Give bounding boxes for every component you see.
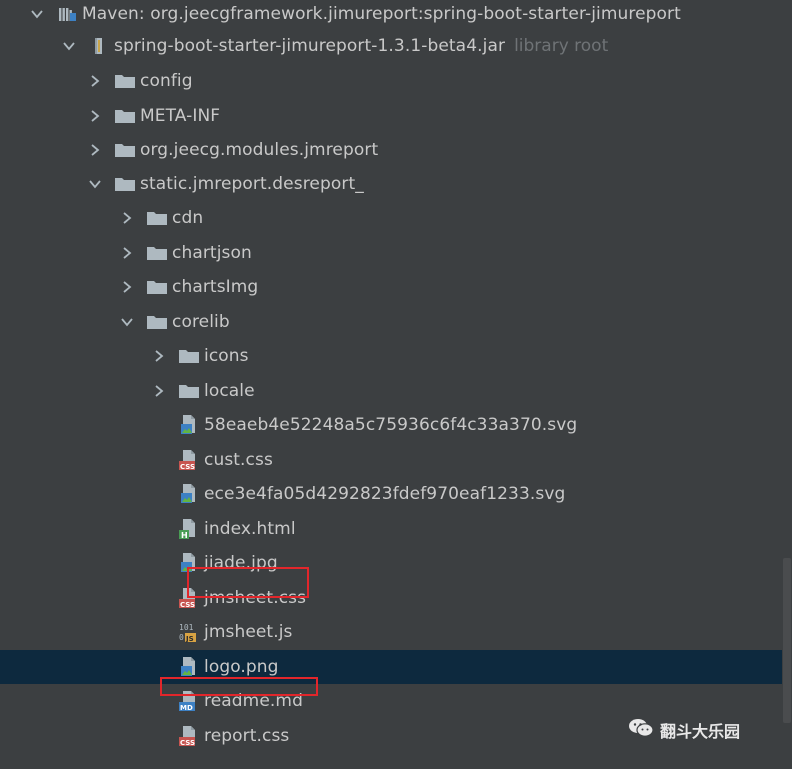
tree-row-cdn[interactable]: cdn — [0, 201, 792, 235]
chevron-down-icon[interactable] — [120, 315, 134, 329]
tree-row-label: logo.png — [204, 657, 279, 677]
tree-row-label: ece3e4fa05d4292823fdef970eaf1233.svg — [204, 484, 566, 504]
tree-row-label: 58eaeb4e52248a5c75936c6f4c33a370.svg — [204, 415, 578, 435]
svg-text:0: 0 — [179, 633, 184, 642]
watermark: 翻斗大乐园 — [628, 718, 740, 742]
folder-icon — [146, 312, 168, 332]
svg-text:101: 101 — [179, 623, 194, 632]
tree-row-label: icons — [204, 346, 249, 366]
tree-row-label: config — [140, 71, 193, 91]
image-file-icon — [178, 657, 200, 677]
tree-row-config[interactable]: config — [0, 64, 792, 98]
project-tree: Maven: org.jeecgframework.jimureport:spr… — [0, 0, 792, 769]
tree-row-chartjson[interactable]: chartjson — [0, 236, 792, 270]
highlight-box-logo — [160, 677, 318, 696]
chevron-right-icon[interactable] — [88, 143, 102, 157]
tree-row-label: chartsImg — [172, 277, 259, 297]
library-root-hint: library root — [514, 36, 609, 56]
svg-text:MD: MD — [180, 704, 193, 712]
chevron-right-icon[interactable] — [152, 384, 166, 398]
tree-row-locale[interactable]: locale — [0, 374, 792, 408]
tree-row-meta-inf[interactable]: META-INF — [0, 99, 792, 133]
maven-library-icon — [56, 4, 78, 24]
tree-row-label: cdn — [172, 208, 204, 228]
folder-icon — [114, 106, 136, 126]
folder-icon — [114, 174, 136, 194]
folder-icon — [178, 381, 200, 401]
tree-row-svg1[interactable]: 58eaeb4e52248a5c75936c6f4c33a370.svg — [0, 408, 792, 442]
tree-row-label: static.jmreport.desreport_ — [140, 174, 364, 194]
wechat-icon — [628, 718, 654, 742]
jar-icon — [88, 36, 110, 56]
tree-row-chartsimg[interactable]: chartsImg — [0, 270, 792, 304]
tree-row-jiade[interactable]: jiade.jpg — [0, 546, 792, 580]
scrollbar-thumb[interactable] — [783, 558, 791, 723]
tree-row-org-jeecg[interactable]: org.jeecg.modules.jmreport — [0, 133, 792, 167]
tree-row-label: corelib — [172, 312, 230, 332]
image-file-icon — [178, 415, 200, 435]
chevron-right-icon[interactable] — [120, 280, 134, 294]
svg-text:JS: JS — [185, 635, 194, 643]
tree-row-indexhtml[interactable]: Hindex.html — [0, 512, 792, 546]
folder-icon — [114, 140, 136, 160]
folder-icon — [146, 277, 168, 297]
tree-row-custcss[interactable]: CSS cust.css — [0, 443, 792, 477]
js-file-icon: 101 0 JS — [178, 622, 200, 643]
chevron-down-icon[interactable] — [88, 177, 102, 191]
tree-row-jar[interactable]: spring-boot-starter-jimureport-1.3.1-bet… — [0, 29, 792, 63]
tree-row-svg2[interactable]: ece3e4fa05d4292823fdef970eaf1233.svg — [0, 477, 792, 511]
chevron-right-icon[interactable] — [152, 349, 166, 363]
chevron-right-icon[interactable] — [88, 109, 102, 123]
css-file-icon: CSS — [178, 726, 200, 747]
image-file-icon — [178, 484, 200, 504]
css-file-icon: CSS — [178, 450, 200, 471]
html-file-icon: H — [178, 519, 200, 540]
tree-row-jmsheetcss[interactable]: CSS jmsheet.css — [0, 581, 792, 615]
tree-row-corelib[interactable]: corelib — [0, 305, 792, 339]
tree-row-jmsheetjs[interactable]: 101 0 JS jmsheet.js — [0, 615, 792, 649]
watermark-text: 翻斗大乐园 — [660, 722, 741, 741]
tree-row-label: index.html — [204, 519, 296, 539]
tree-row-label: jmsheet.js — [204, 622, 293, 642]
tree-row-maven[interactable]: Maven: org.jeecgframework.jimureport:spr… — [0, 0, 792, 31]
tree-row-readme[interactable]: MD readme.md — [0, 684, 792, 718]
tree-row-label: chartjson — [172, 243, 252, 263]
svg-text:CSS: CSS — [180, 601, 195, 609]
tree-row-label: locale — [204, 381, 255, 401]
tree-row-label: spring-boot-starter-jimureport-1.3.1-bet… — [114, 36, 506, 56]
tree-row-label: org.jeecg.modules.jmreport — [140, 140, 379, 160]
tree-row-label: META-INF — [140, 106, 221, 126]
folder-icon — [146, 243, 168, 263]
chevron-right-icon[interactable] — [120, 211, 134, 225]
svg-text:H: H — [181, 531, 188, 540]
chevron-right-icon[interactable] — [88, 74, 102, 88]
chevron-down-icon[interactable] — [30, 7, 44, 21]
tree-row-logo[interactable]: logo.png — [0, 650, 792, 684]
tree-row-label: report.css — [204, 726, 290, 746]
vertical-scrollbar[interactable] — [782, 0, 792, 769]
folder-icon — [178, 346, 200, 366]
chevron-right-icon[interactable] — [120, 246, 134, 260]
folder-icon — [114, 71, 136, 91]
highlight-box-jiade — [187, 567, 309, 598]
tree-row-label: Maven: org.jeecgframework.jimureport:spr… — [82, 4, 681, 24]
tree-row-label: cust.css — [204, 450, 273, 470]
chevron-down-icon[interactable] — [62, 39, 76, 53]
tree-row-icons[interactable]: icons — [0, 339, 792, 373]
svg-text:CSS: CSS — [180, 739, 195, 747]
svg-text:CSS: CSS — [180, 463, 195, 471]
tree-row-static[interactable]: static.jmreport.desreport_ — [0, 167, 792, 201]
folder-icon — [146, 208, 168, 228]
